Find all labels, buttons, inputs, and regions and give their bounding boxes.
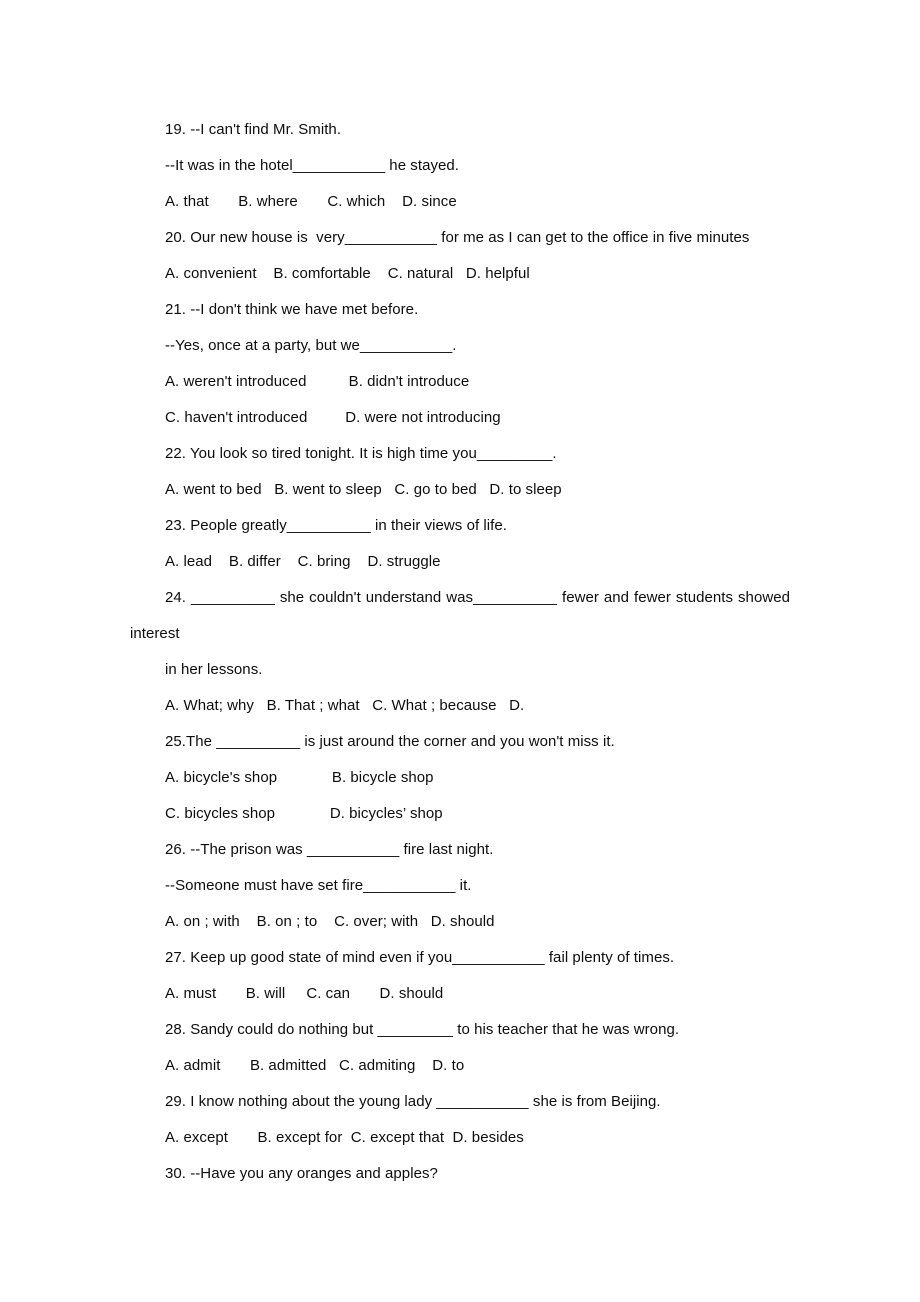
doc-line-q22-stem: 22. You look so tired tonight. It is hig… <box>165 445 557 462</box>
doc-line-q29-options: A. except B. except for C. except that D… <box>165 1129 524 1146</box>
doc-line-q26-stem-2: --Someone must have set fire___________ … <box>165 877 472 894</box>
doc-line-q24-options: A. What; why B. That ; what C. What ; be… <box>165 697 525 714</box>
exam-question-list: 19. --I can't find Mr. Smith. --It was in… <box>130 112 790 1192</box>
doc-line-q25-options-cd: C. bicycles shop D. bicycles’ shop <box>165 805 443 822</box>
doc-line-q26-stem: 26. --The prison was ___________ fire la… <box>165 841 494 858</box>
doc-line-q28-stem: 28. Sandy could do nothing but _________… <box>165 1021 680 1038</box>
doc-line-q27-stem: 27. Keep up good state of mind even if y… <box>165 949 675 966</box>
doc-line-q25-stem: 25.The __________ is just around the cor… <box>165 733 615 750</box>
doc-line-q24-stem-wrap: interest <box>130 625 180 642</box>
doc-line-q19-stem: 19. --I can't find Mr. Smith. <box>165 121 342 138</box>
doc-line-q23-options: A. lead B. differ C. bring D. struggle <box>165 553 441 570</box>
doc-line-q28-options: A. admit B. admitted C. admiting D. to <box>165 1057 465 1074</box>
doc-line-q30-stem: 30. --Have you any oranges and apples? <box>165 1165 438 1182</box>
doc-line-q24-stem-3: in her lessons. <box>165 661 263 678</box>
doc-line-q20-options: A. convenient B. comfortable C. natural … <box>165 265 530 282</box>
doc-line-q24-stem: 24. __________ she couldn't understand w… <box>165 589 790 606</box>
doc-line-q19-options: A. that B. where C. which D. since <box>165 193 457 210</box>
doc-line-q21-options-ab: A. weren't introduced B. didn't introduc… <box>165 373 470 390</box>
doc-line-q26-options: A. on ; with B. on ; to C. over; with D.… <box>165 913 495 930</box>
doc-line-q23-stem: 23. People greatly__________ in their vi… <box>165 517 507 534</box>
doc-line-q21-stem-2: --Yes, once at a party, but we__________… <box>165 337 457 354</box>
doc-line-q19-stem-2: --It was in the hotel___________ he stay… <box>165 157 460 174</box>
doc-line-q20-stem: 20. Our new house is very___________ for… <box>165 229 750 246</box>
document-page: 19. --I can't find Mr. Smith. --It was in… <box>0 0 920 1302</box>
doc-line-q29-stem: 29. I know nothing about the young lady … <box>165 1093 661 1110</box>
doc-line-q27-options: A. must B. will C. can D. should <box>165 985 444 1002</box>
doc-line-q21-stem: 21. --I don't think we have met before. <box>165 301 419 318</box>
doc-line-q25-options-ab: A. bicycle's shop B. bicycle shop <box>165 769 434 786</box>
doc-line-q21-options-cd: C. haven't introduced D. were not introd… <box>165 409 501 426</box>
doc-line-q22-options: A. went to bed B. went to sleep C. go to… <box>165 481 562 498</box>
